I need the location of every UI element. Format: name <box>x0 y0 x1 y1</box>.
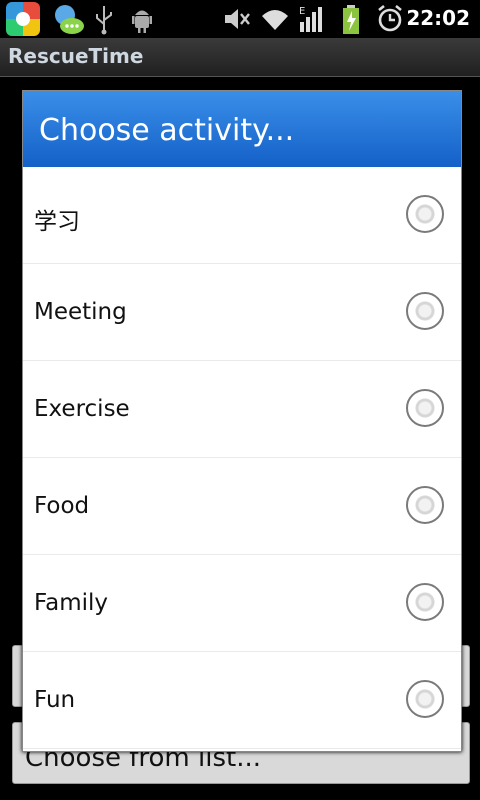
android-icon <box>132 10 152 33</box>
activity-option[interactable]: Fun <box>23 652 461 749</box>
radio-button[interactable] <box>406 292 444 330</box>
wifi-icon <box>262 10 288 30</box>
activity-label: Exercise <box>34 396 130 422</box>
app-title: RescueTime <box>8 44 144 68</box>
choose-activity-dialog: Choose activity... 学习 Meeting Exercise F… <box>22 90 462 752</box>
alarm-icon <box>378 4 402 32</box>
radio-button[interactable] <box>406 486 444 524</box>
activity-label: Fun <box>34 687 76 713</box>
activity-option[interactable]: Family <box>23 555 461 652</box>
activity-label: 学习 <box>34 209 80 235</box>
mute-icon <box>225 9 250 29</box>
activity-option[interactable]: Food <box>23 458 461 555</box>
radio-button[interactable] <box>406 195 444 233</box>
activity-option[interactable]: Exercise <box>23 361 461 458</box>
activity-label: Family <box>34 590 109 616</box>
activity-option[interactable]: 学习 <box>23 167 461 264</box>
radio-button[interactable] <box>406 680 444 718</box>
activity-list: 学习 Meeting Exercise Food Family Fun <box>23 167 461 749</box>
usb-icon <box>96 6 112 35</box>
svg-text:E: E <box>299 6 305 17</box>
dialog-header: Choose activity... <box>23 91 461 167</box>
chat-icon <box>55 5 84 34</box>
app-title-bar: RescueTime <box>0 38 480 77</box>
signal-icon: E <box>299 6 322 32</box>
battery-charging-icon <box>343 5 359 34</box>
activity-label: Food <box>34 493 90 519</box>
activity-option[interactable]: Meeting <box>23 264 461 361</box>
app-launcher-icon[interactable] <box>6 2 40 36</box>
dialog-title: Choose activity... <box>39 113 295 148</box>
radio-button[interactable] <box>406 583 444 621</box>
status-time: 22:02 <box>406 6 470 30</box>
status-bar: E 22:02 <box>0 0 480 38</box>
radio-button[interactable] <box>406 389 444 427</box>
activity-label: Meeting <box>34 299 127 325</box>
